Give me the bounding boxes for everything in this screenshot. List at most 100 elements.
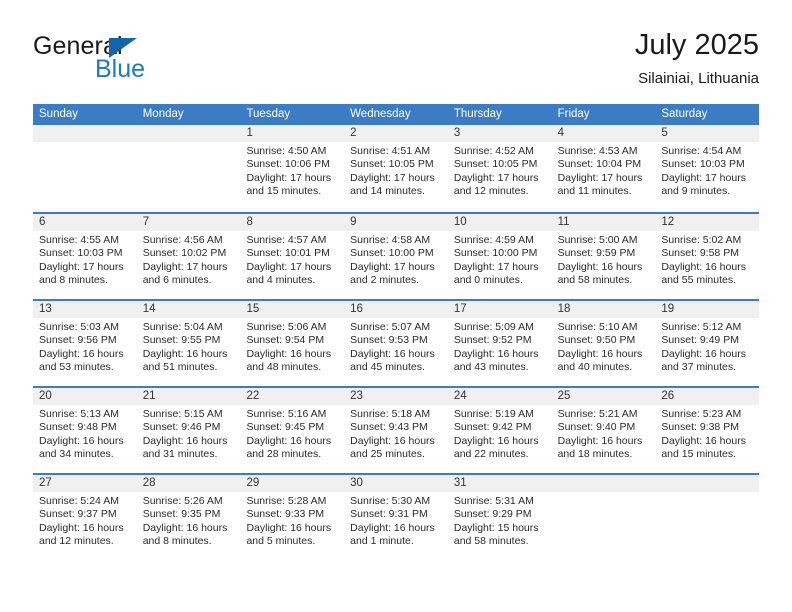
day-info-line: Sunset: 10:02 PM bbox=[142, 247, 227, 260]
day-info-line: Sunrise: 5:00 AM bbox=[557, 234, 638, 246]
day-sun-info: Sunrise: 4:53 AM Sunset: 10:04 PM Daylight… bbox=[552, 142, 656, 199]
day-info-line: and 34 minutes. bbox=[39, 448, 114, 461]
day-sun-info bbox=[137, 142, 241, 145]
day-info-line: Daylight: 17 hours bbox=[453, 171, 539, 184]
day-info-line: Sunset: 9:58 PM bbox=[661, 247, 739, 260]
title-block: July 2025 Silainiai, Lithuania bbox=[635, 28, 759, 89]
day-info-line: Daylight: 17 hours bbox=[142, 260, 228, 273]
day-cell[interactable]: 3 Sunrise: 4:52 AM Sunset: 10:05 PM Dayligh… bbox=[447, 125, 552, 212]
calendar-week-row: 13 Sunrise: 5:03 AM Sunset: 9:56 PM Dayligh… bbox=[33, 299, 760, 386]
day-info-line: Daylight: 16 hours bbox=[557, 347, 643, 360]
day-cell[interactable]: 6 Sunrise: 4:55 AM Sunset: 10:03 PM Dayligh… bbox=[33, 214, 137, 299]
day-sun-info: Sunrise: 5:15 AM Sunset: 9:46 PM Daylight:… bbox=[137, 405, 241, 462]
day-info-line: and 15 minutes. bbox=[246, 185, 322, 198]
day-sun-info: Sunrise: 5:13 AM Sunset: 9:48 PM Daylight:… bbox=[33, 405, 137, 462]
day-info-line: Daylight: 17 hours bbox=[350, 260, 435, 273]
day-cell[interactable]: 4 Sunrise: 4:53 AM Sunset: 10:04 PM Dayligh… bbox=[551, 125, 656, 212]
day-cell[interactable]: 2 Sunrise: 4:51 AM Sunset: 10:05 PM Dayligh… bbox=[344, 125, 448, 212]
day-cell[interactable]: 13 Sunrise: 5:03 AM Sunset: 9:56 PM Dayligh… bbox=[33, 301, 137, 386]
day-info-line: Sunrise: 4:53 AM bbox=[557, 145, 638, 157]
day-number: 21 bbox=[136, 388, 241, 405]
day-info-line: and 43 minutes. bbox=[453, 361, 529, 374]
day-number: 1 bbox=[240, 125, 345, 142]
day-sun-info: Sunrise: 5:30 AM Sunset: 9:31 PM Daylight:… bbox=[344, 492, 448, 549]
day-cell[interactable]: 10 Sunrise: 4:59 AM Sunset: 10:00 PM Daylig… bbox=[447, 214, 552, 299]
day-info-line: Sunrise: 4:55 AM bbox=[39, 234, 119, 246]
day-sun-info: Sunrise: 5:10 AM Sunset: 9:50 PM Daylight:… bbox=[552, 318, 656, 375]
day-info-line: and 40 minutes. bbox=[557, 361, 633, 374]
day-info-line: and 4 minutes. bbox=[246, 274, 316, 287]
day-info-line: Daylight: 16 hours bbox=[557, 260, 643, 273]
day-cell[interactable]: 25 Sunrise: 5:21 AM Sunset: 9:40 PM Dayligh… bbox=[551, 388, 656, 473]
day-cell[interactable]: 24 Sunrise: 5:19 AM Sunset: 9:42 PM Dayligh… bbox=[447, 388, 552, 473]
day-cell[interactable]: 18 Sunrise: 5:10 AM Sunset: 9:50 PM Dayligh… bbox=[551, 301, 656, 386]
day-info-line: Daylight: 17 hours bbox=[661, 171, 746, 184]
day-info-line: Sunrise: 5:23 AM bbox=[661, 408, 742, 420]
day-number: 2 bbox=[344, 125, 448, 142]
day-info-line: and 14 minutes. bbox=[350, 185, 425, 198]
day-cell-empty bbox=[136, 125, 241, 212]
day-info-line: Sunrise: 5:16 AM bbox=[246, 408, 327, 420]
day-cell[interactable]: 26 Sunrise: 5:23 AM Sunset: 9:38 PM Dayligh… bbox=[655, 388, 760, 473]
day-number: 16 bbox=[344, 301, 448, 318]
day-cell[interactable]: 31 Sunrise: 5:31 AM Sunset: 9:29 PM Dayligh… bbox=[447, 475, 552, 560]
day-cell[interactable]: 12 Sunrise: 5:02 AM Sunset: 9:58 PM Dayligh… bbox=[655, 214, 760, 299]
weekday-header-monday: Monday bbox=[142, 108, 184, 120]
day-info-line: Sunset: 9:59 PM bbox=[557, 247, 636, 260]
day-number: 3 bbox=[447, 125, 552, 142]
day-cell[interactable]: 11 Sunrise: 5:00 AM Sunset: 9:59 PM Dayligh… bbox=[551, 214, 656, 299]
calendar-page: General Blue July 2025 Silainiai, Lithua… bbox=[0, 0, 792, 612]
day-cell[interactable]: 19 Sunrise: 5:12 AM Sunset: 9:49 PM Dayligh… bbox=[655, 301, 760, 386]
day-number: 8 bbox=[240, 214, 345, 231]
weekday-header-sunday: Sunday bbox=[39, 108, 79, 120]
day-sun-info: Sunrise: 5:18 AM Sunset: 9:43 PM Daylight:… bbox=[344, 405, 448, 462]
day-info-line: Daylight: 16 hours bbox=[453, 434, 539, 447]
day-sun-info: Sunrise: 4:51 AM Sunset: 10:05 PM Daylight… bbox=[344, 142, 448, 199]
day-info-line: Daylight: 16 hours bbox=[142, 434, 228, 447]
day-cell[interactable]: 8 Sunrise: 4:57 AM Sunset: 10:01 PM Dayligh… bbox=[240, 214, 345, 299]
day-cell[interactable]: 9 Sunrise: 4:58 AM Sunset: 10:00 PM Dayligh… bbox=[344, 214, 448, 299]
day-cell[interactable]: 22 Sunrise: 5:16 AM Sunset: 9:45 PM Dayligh… bbox=[240, 388, 345, 473]
day-sun-info: Sunrise: 5:02 AM Sunset: 9:58 PM Daylight:… bbox=[655, 231, 759, 288]
day-cell[interactable]: 1 Sunrise: 4:50 AM Sunset: 10:06 PM Dayligh… bbox=[240, 125, 345, 212]
day-cell[interactable]: 16 Sunrise: 5:07 AM Sunset: 9:53 PM Dayligh… bbox=[344, 301, 448, 386]
calendar-weeks: 1 Sunrise: 4:50 AM Sunset: 10:06 PM Dayligh… bbox=[33, 125, 760, 560]
day-number: 10 bbox=[447, 214, 552, 231]
day-info-line: Daylight: 16 hours bbox=[39, 521, 124, 534]
weekday-header-wednesday: Wednesday bbox=[350, 108, 411, 120]
day-cell[interactable]: 27 Sunrise: 5:24 AM Sunset: 9:37 PM Dayligh… bbox=[33, 475, 137, 560]
day-info-line: Sunrise: 5:03 AM bbox=[39, 321, 119, 333]
day-number: 28 bbox=[136, 475, 241, 492]
day-info-line: and 58 minutes. bbox=[453, 535, 529, 548]
day-info-line: and 8 minutes. bbox=[39, 274, 108, 287]
day-cell[interactable]: 15 Sunrise: 5:06 AM Sunset: 9:54 PM Dayligh… bbox=[240, 301, 345, 386]
day-number: 25 bbox=[551, 388, 656, 405]
weekday-header-thursday: Thursday bbox=[453, 108, 502, 120]
day-info-line: Sunset: 9:48 PM bbox=[39, 421, 117, 434]
day-info-line: and 53 minutes. bbox=[39, 361, 114, 374]
day-cell[interactable]: 7 Sunrise: 4:56 AM Sunset: 10:02 PM Dayligh… bbox=[136, 214, 241, 299]
day-info-line: Sunset: 9:38 PM bbox=[661, 421, 739, 434]
day-info-line: Daylight: 16 hours bbox=[246, 347, 332, 360]
day-cell[interactable]: 23 Sunrise: 5:18 AM Sunset: 9:43 PM Dayligh… bbox=[344, 388, 448, 473]
day-cell[interactable]: 28 Sunrise: 5:26 AM Sunset: 9:35 PM Dayligh… bbox=[136, 475, 241, 560]
day-info-line: Daylight: 16 hours bbox=[39, 434, 124, 447]
day-cell[interactable]: 30 Sunrise: 5:30 AM Sunset: 9:31 PM Dayligh… bbox=[344, 475, 448, 560]
day-number: 31 bbox=[447, 475, 552, 492]
day-cell[interactable]: 29 Sunrise: 5:28 AM Sunset: 9:33 PM Dayligh… bbox=[240, 475, 345, 560]
day-info-line: and 25 minutes. bbox=[350, 448, 425, 461]
day-cell[interactable]: 5 Sunrise: 4:54 AM Sunset: 10:03 PM Dayligh… bbox=[655, 125, 760, 212]
day-info-line: and 11 minutes. bbox=[557, 185, 632, 198]
day-info-line: Sunset: 9:53 PM bbox=[350, 334, 428, 347]
day-cell[interactable]: 14 Sunrise: 5:04 AM Sunset: 9:55 PM Dayligh… bbox=[136, 301, 241, 386]
day-cell[interactable]: 20 Sunrise: 5:13 AM Sunset: 9:48 PM Dayligh… bbox=[33, 388, 137, 473]
day-info-line: and 0 minutes. bbox=[453, 274, 523, 287]
day-number: 22 bbox=[240, 388, 345, 405]
day-number: 23 bbox=[344, 388, 448, 405]
day-info-line: Daylight: 17 hours bbox=[557, 171, 643, 184]
day-cell[interactable]: 17 Sunrise: 5:09 AM Sunset: 9:52 PM Dayligh… bbox=[447, 301, 552, 386]
general-blue-logo[interactable]: General Blue bbox=[33, 28, 293, 92]
day-cell[interactable]: 21 Sunrise: 5:15 AM Sunset: 9:46 PM Dayligh… bbox=[136, 388, 241, 473]
day-number: 9 bbox=[344, 214, 448, 231]
day-sun-info: Sunrise: 5:04 AM Sunset: 9:55 PM Daylight:… bbox=[137, 318, 241, 375]
